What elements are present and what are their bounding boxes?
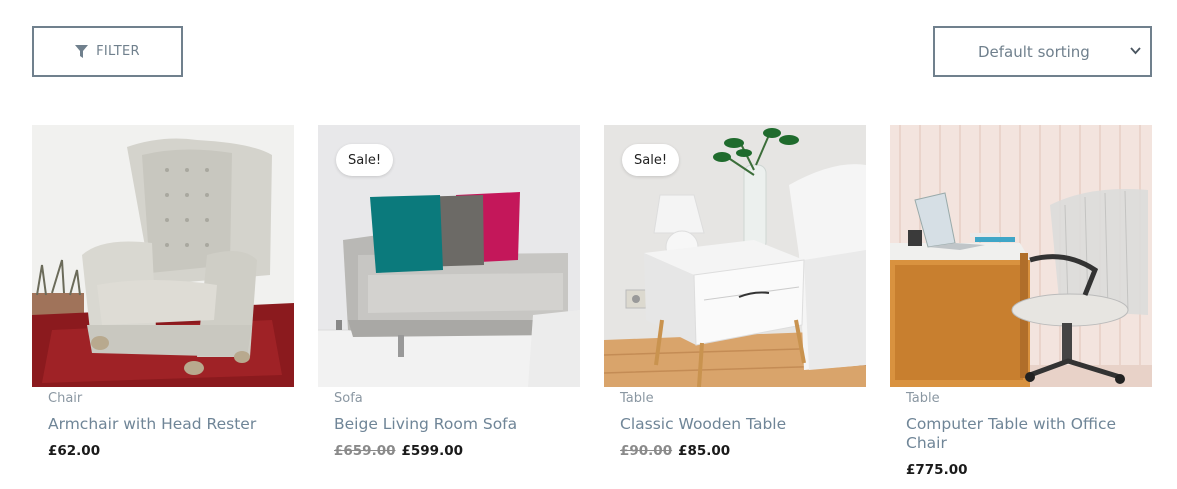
filter-button[interactable]: FILTER — [32, 26, 183, 77]
product-card[interactable]: Table Computer Table with Office Chair £… — [890, 125, 1152, 478]
current-price: £62.00 — [48, 443, 101, 459]
product-card[interactable]: Chair Armchair with Head Rester £62.00 — [32, 125, 294, 459]
filter-icon — [75, 44, 89, 58]
product-price: £775.00 — [906, 462, 968, 478]
sale-badge: Sale! — [336, 144, 394, 176]
product-category: Sofa — [334, 391, 363, 406]
old-price: £90.00 — [620, 443, 673, 459]
product-title[interactable]: Computer Table with Office Chair — [906, 415, 1142, 453]
product-price: £62.00 — [48, 443, 100, 459]
product-title[interactable]: Classic Wooden Table — [620, 415, 856, 434]
product-image-armchair[interactable] — [32, 125, 294, 387]
product-image-wooden-table[interactable]: Sale! — [604, 125, 866, 387]
product-price: £659.00 £599.00 — [334, 443, 463, 459]
current-price: £599.00 — [401, 443, 464, 459]
product-image-sofa[interactable]: Sale! — [318, 125, 580, 387]
product-image-computer-table[interactable] — [890, 125, 1152, 387]
product-category: Chair — [48, 391, 83, 406]
product-card[interactable]: Sale! Sofa Beige Living Room Sofa £659.0… — [318, 125, 580, 459]
sale-badge: Sale! — [622, 144, 680, 176]
chevron-down-icon — [1130, 47, 1141, 55]
sort-select[interactable]: Default sorting — [933, 26, 1152, 77]
filter-label: FILTER — [96, 44, 140, 59]
current-price: £775.00 — [906, 462, 968, 478]
product-card[interactable]: Sale! Table Classic Wooden Table £90.00 £… — [604, 125, 866, 459]
product-category: Table — [620, 391, 654, 406]
current-price: £85.00 — [678, 443, 731, 459]
product-category: Table — [906, 391, 940, 406]
sort-selected-value: Default sorting — [978, 42, 1090, 61]
product-price: £90.00 £85.00 — [620, 443, 730, 459]
old-price: £659.00 — [334, 443, 396, 459]
product-title[interactable]: Armchair with Head Rester — [48, 415, 284, 434]
product-title[interactable]: Beige Living Room Sofa — [334, 415, 570, 434]
